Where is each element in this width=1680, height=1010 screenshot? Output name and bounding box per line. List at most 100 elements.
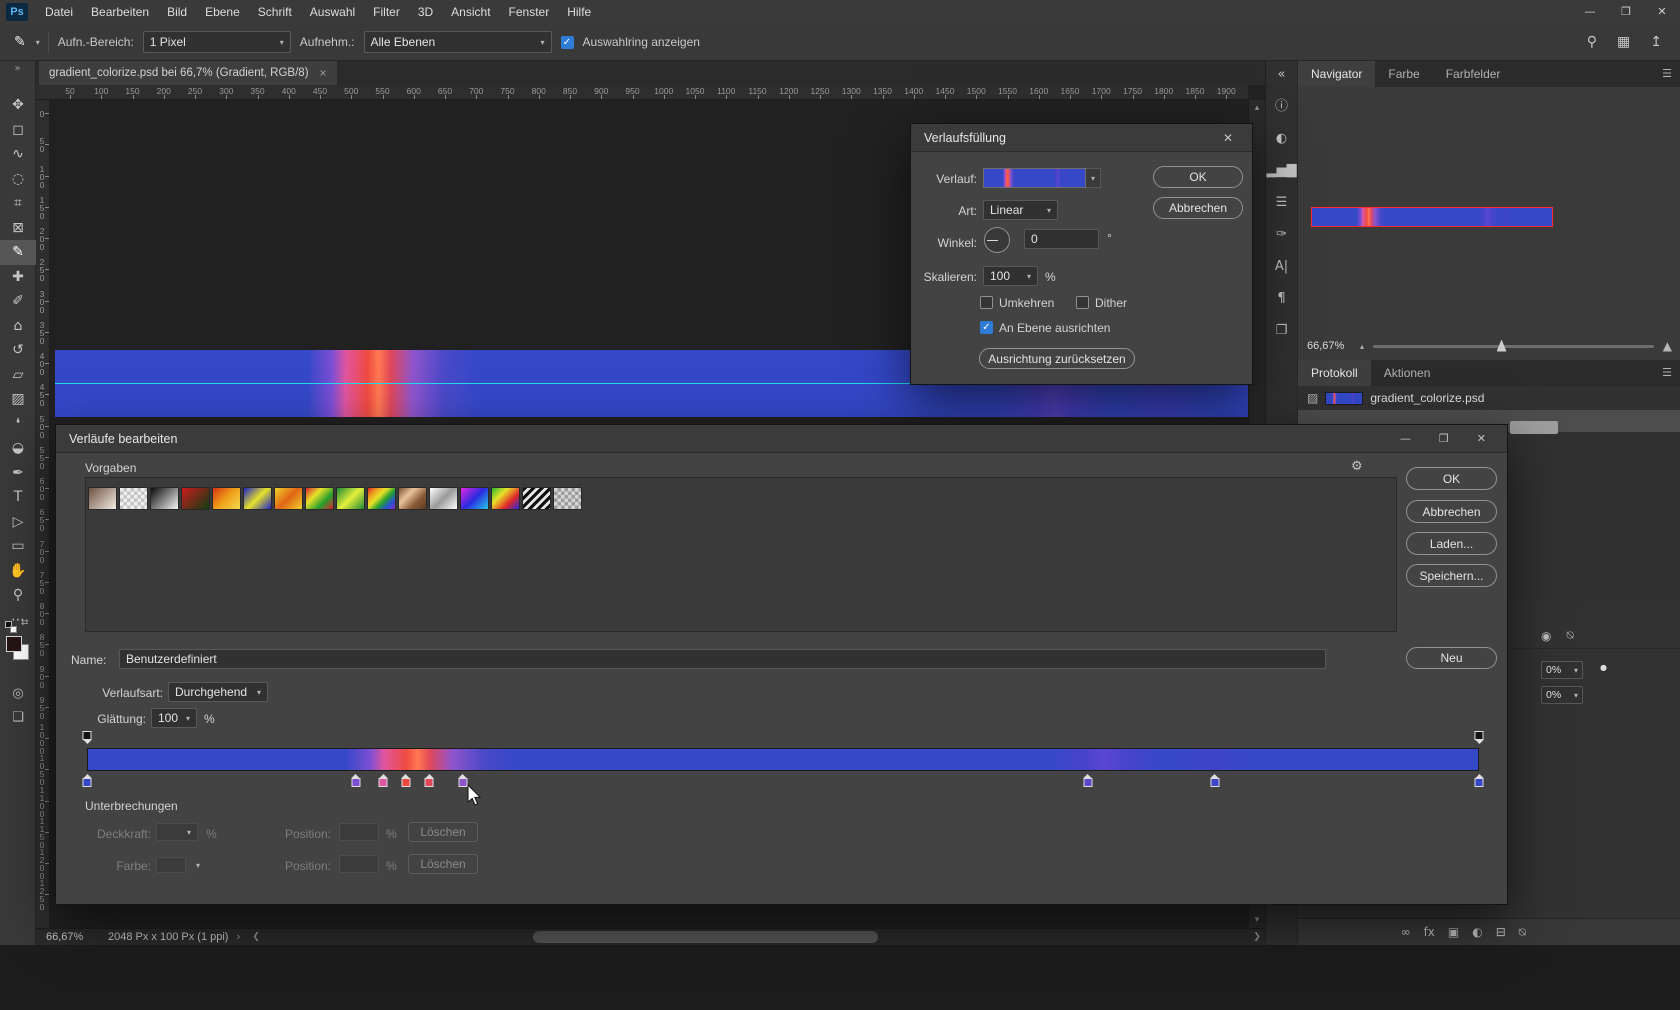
gradient-preset-13[interactable] — [460, 487, 489, 510]
color-sampler-icon[interactable]: ◐ — [1276, 130, 1287, 147]
link-layers-icon[interactable]: ∞ — [1401, 925, 1411, 939]
frame-tool[interactable]: ⊠ — [0, 216, 36, 241]
gradient-type-dropdown[interactable]: Linear▾ — [983, 200, 1058, 220]
menu-auswahl[interactable]: Auswahl — [301, 5, 364, 19]
snapshot-camera-icon[interactable]: ◉ — [1541, 629, 1551, 643]
reset-alignment-button[interactable]: Ausrichtung zurücksetzen — [979, 348, 1135, 369]
layer-mask-icon[interactable]: ▣ — [1448, 925, 1459, 939]
restore-button[interactable]: ❐ — [1608, 0, 1644, 24]
share-icon[interactable]: ↥ — [1650, 34, 1662, 50]
save-button[interactable]: Speichern... — [1406, 564, 1497, 587]
navigator-preview[interactable] — [1311, 207, 1553, 227]
gradient-tool[interactable]: ▨ — [0, 387, 36, 412]
show-ring-checkbox[interactable]: ✓ — [561, 36, 574, 49]
tab-close-icon[interactable]: × — [320, 66, 327, 80]
clone-stamp-tool[interactable]: ⌂ — [0, 314, 36, 339]
layer-fill-dropdown[interactable]: 0%▾ — [1541, 686, 1583, 704]
color-stop[interactable] — [1209, 774, 1220, 787]
gradient-preset-12[interactable] — [429, 487, 458, 510]
dialog-title-bar[interactable]: Verläufe bearbeiten — ❐ ✕ — [56, 425, 1507, 453]
gradient-preset-4[interactable] — [181, 487, 210, 510]
menu-schrift[interactable]: Schrift — [249, 5, 301, 19]
histogram-panel-icon[interactable]: ▂▅▇ — [1267, 162, 1297, 179]
tool-preset-dropdown[interactable]: ✎ ▾ — [10, 31, 49, 53]
color-stop[interactable] — [400, 774, 411, 787]
dialog-close-icon[interactable]: ✕ — [1217, 131, 1239, 145]
expand-toolbar-icon[interactable]: » — [0, 61, 35, 77]
scroll-up-icon[interactable]: ▴ — [1255, 103, 1260, 113]
scroll-down-icon[interactable]: ▾ — [1255, 915, 1260, 925]
type-tool[interactable]: T — [0, 485, 36, 510]
menu-bild[interactable]: Bild — [158, 5, 196, 19]
dodge-tool[interactable]: ◒ — [0, 436, 36, 461]
align-checkbox[interactable]: ✓ — [980, 321, 993, 334]
cancel-button[interactable]: Abbrechen — [1153, 197, 1243, 219]
tab-aktionen[interactable]: Aktionen — [1371, 360, 1444, 386]
gradient-preset-1[interactable] — [88, 487, 117, 510]
smoothness-dropdown[interactable]: 100▾ — [151, 708, 197, 728]
menu-ansicht[interactable]: Ansicht — [442, 5, 499, 19]
dialog-title-bar[interactable]: Verlaufsfüllung ✕ — [911, 124, 1252, 152]
navigator-zoom-value[interactable]: 66,67% — [1307, 340, 1351, 352]
slider-thumb[interactable] — [1497, 340, 1507, 352]
minimize-button[interactable]: — — [1572, 0, 1608, 24]
reverse-checkbox[interactable] — [980, 296, 993, 309]
marquee-tool[interactable]: ◻ — [0, 118, 36, 143]
status-menu-chevron[interactable]: › — [236, 931, 240, 943]
vertical-ruler[interactable]: 0501001502002503003504004505005506006507… — [36, 100, 50, 928]
gradient-preset-3[interactable] — [150, 487, 179, 510]
info-panel-icon[interactable]: ⓘ — [1275, 98, 1288, 115]
eyedropper-tool[interactable]: ✎ — [0, 240, 36, 265]
opacity-stop[interactable] — [82, 731, 93, 744]
tab-farbe[interactable]: Farbe — [1375, 61, 1432, 87]
color-stop[interactable] — [350, 774, 361, 787]
blur-tool[interactable]: ❛ — [0, 412, 36, 437]
new-button[interactable]: Neu — [1406, 647, 1497, 669]
color-stop[interactable] — [1474, 774, 1485, 787]
gradient-preset-5[interactable] — [212, 487, 241, 510]
scale-dropdown[interactable]: 100▾ — [983, 266, 1038, 286]
navigator-zoom-slider[interactable] — [1373, 345, 1654, 348]
gradient-preview-dropdown[interactable]: ▾ — [1086, 168, 1101, 188]
delete-history-icon[interactable]: ⍉ — [1566, 628, 1573, 643]
status-zoom[interactable]: 66,67% — [46, 931, 98, 943]
properties-panel-icon[interactable]: ☰ — [1276, 194, 1288, 211]
menu-hilfe[interactable]: Hilfe — [558, 5, 600, 19]
swap-colors-icon[interactable]: ⇄ — [21, 618, 29, 628]
default-colors-icon[interactable] — [5, 621, 17, 633]
gradient-preset-15[interactable] — [522, 487, 551, 510]
angle-input[interactable]: 0 — [1024, 229, 1099, 249]
scroll-right-icon[interactable]: ❯ — [1249, 932, 1265, 942]
document-tab[interactable]: gradient_colorize.psd bei 66,7% (Gradien… — [39, 61, 337, 85]
history-brush-tool[interactable]: ↺ — [0, 338, 36, 363]
foreground-color-swatch[interactable] — [6, 636, 22, 652]
menu-ebene[interactable]: Ebene — [196, 5, 249, 19]
character-panel-icon[interactable]: A| — [1275, 258, 1288, 275]
workspace-icon[interactable]: ▦ — [1617, 34, 1630, 50]
ok-button[interactable]: OK — [1153, 166, 1243, 188]
hand-tool[interactable]: ✋ — [0, 559, 36, 584]
move-tool[interactable]: ✥ — [0, 93, 36, 118]
opacity-stop[interactable] — [1474, 731, 1485, 744]
sample-size-dropdown[interactable]: 1 Pixel▾ — [143, 31, 291, 53]
new-group-icon[interactable]: ⊟ — [1496, 925, 1506, 939]
ok-button[interactable]: OK — [1406, 467, 1497, 490]
menu-bearbeiten[interactable]: Bearbeiten — [82, 5, 158, 19]
gradient-preset-8[interactable] — [305, 487, 334, 510]
path-selection-tool[interactable]: ▷ — [0, 510, 36, 535]
horizontal-scrollbar[interactable]: ❮ ❯ — [248, 929, 1265, 945]
eraser-tool[interactable]: ▱ — [0, 363, 36, 388]
brush-tool[interactable]: ✐ — [0, 289, 36, 314]
zoom-tool[interactable]: ⚲ — [0, 583, 36, 608]
gradient-preset-14[interactable] — [491, 487, 520, 510]
gradient-preset-11[interactable] — [398, 487, 427, 510]
paragraph-panel-icon[interactable]: ¶ — [1277, 290, 1285, 307]
screen-mode-button[interactable]: ❏ — [0, 707, 36, 727]
gradient-preset-7[interactable] — [274, 487, 303, 510]
maximize-button[interactable]: ❐ — [1439, 432, 1449, 445]
history-step[interactable]: ▨ gradient_colorize.psd — [1298, 386, 1680, 410]
layer-fx-icon[interactable]: fx — [1424, 925, 1435, 939]
panel-scroll-thumb[interactable] — [1510, 421, 1558, 434]
color-stop[interactable] — [82, 774, 93, 787]
panel-menu-icon[interactable]: ☰ — [1662, 61, 1672, 87]
